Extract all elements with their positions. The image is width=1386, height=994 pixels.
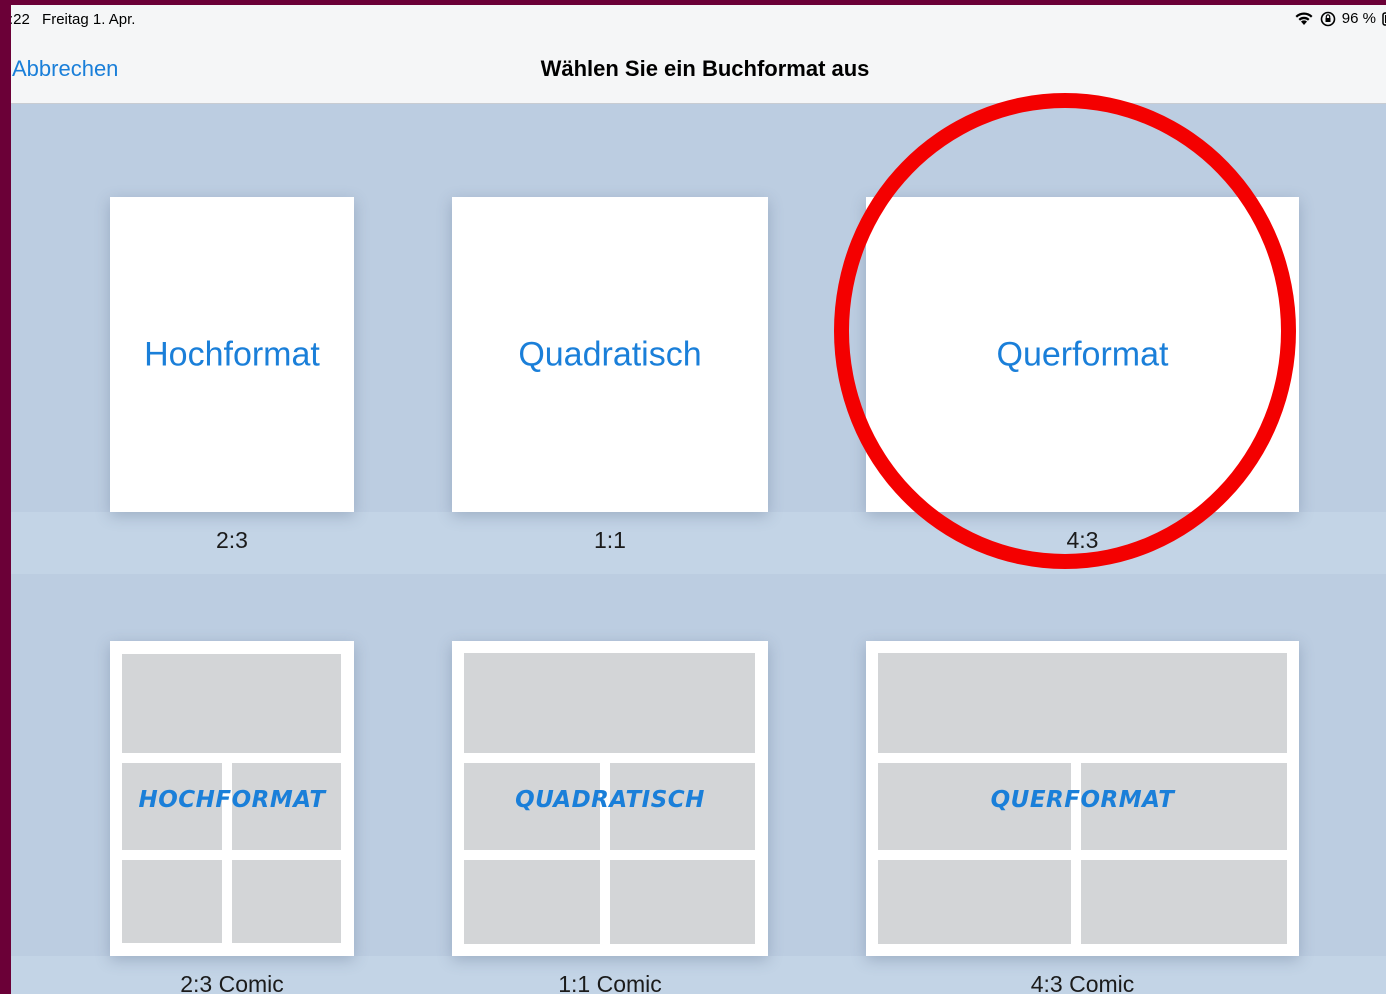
status-time: :22 Freitag 1. Apr. — [11, 11, 135, 28]
battery-percent: 96 % — [1341, 10, 1376, 27]
navigation-bar: Abbrechen Wählen Sie ein Buchformat aus — [11, 35, 1386, 104]
comic-ratio: 4:3 Comic — [1030, 971, 1135, 994]
format-label: Hochformat — [144, 335, 320, 373]
comic-panel — [464, 653, 755, 753]
comic-panel — [122, 860, 222, 943]
status-indicators: 96 % — [1294, 10, 1386, 27]
format-card-querformat[interactable]: Querformat — [866, 197, 1299, 512]
comic-panel — [122, 654, 341, 753]
format-card-hochformat[interactable]: Hochformat — [110, 197, 354, 512]
comic-card-querformat[interactable]: QUERFORMAT — [866, 641, 1299, 956]
comic-card-quadratisch[interactable]: QUADRATISCH — [452, 641, 768, 956]
format-ratio: 2:3 — [216, 527, 248, 553]
comic-label: QUERFORMAT — [990, 787, 1175, 813]
comic-panel — [464, 860, 600, 944]
orientation-lock-icon — [1320, 11, 1336, 26]
comic-label: HOCHFORMAT — [138, 787, 326, 813]
format-label: Quadratisch — [518, 335, 702, 373]
comic-panel — [878, 653, 1287, 753]
page-title: Wählen Sie ein Buchformat aus — [540, 56, 870, 81]
comic-panel — [232, 860, 341, 943]
comic-ratio: 1:1 Comic — [558, 971, 662, 994]
format-ratio: 1:1 — [594, 527, 626, 553]
format-ratio: 4:3 — [1066, 527, 1099, 553]
comic-panel — [1081, 860, 1287, 944]
book-format-screen: :22 Freitag 1. Apr. 96 % Abbrechen Wähle… — [11, 5, 1386, 994]
comic-panel — [878, 860, 1071, 944]
status-clock: :22 — [11, 11, 30, 28]
status-date: Freitag 1. Apr. — [42, 11, 136, 28]
format-label: Querformat — [996, 335, 1169, 373]
format-card-quadratisch[interactable]: Quadratisch — [452, 197, 768, 512]
comic-label: QUADRATISCH — [515, 787, 705, 813]
comic-panel — [610, 860, 755, 944]
status-bar: :22 Freitag 1. Apr. 96 % — [11, 5, 1386, 35]
comic-card-hochformat[interactable]: HOCHFORMAT — [110, 641, 354, 956]
battery-icon — [1382, 11, 1386, 26]
wifi-icon — [1295, 12, 1313, 25]
comic-ratio: 2:3 Comic — [180, 971, 284, 994]
